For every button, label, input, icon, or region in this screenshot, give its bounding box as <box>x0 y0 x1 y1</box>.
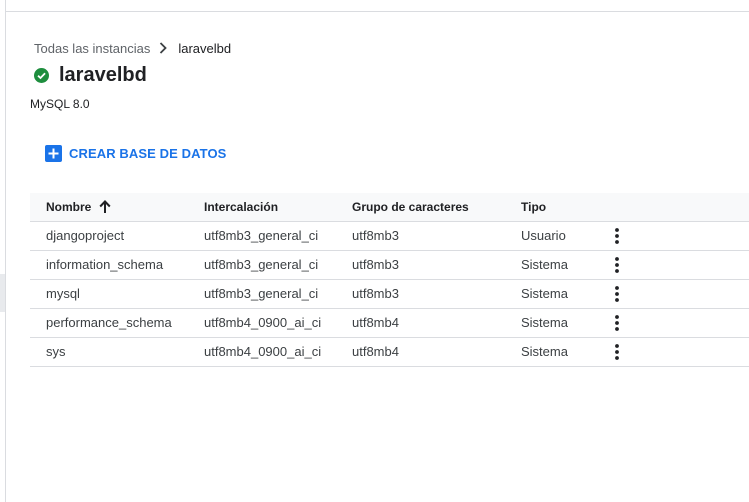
check-circle-icon <box>34 67 49 83</box>
cell-collation: utf8mb4_0900_ai_ci <box>204 315 322 330</box>
more-vert-icon[interactable] <box>607 280 627 308</box>
create-database-button[interactable]: CREAR BASE DE DATOS <box>45 144 226 162</box>
table-row[interactable]: performance_schema utf8mb4_0900_ai_ci utf8… <box>30 309 749 338</box>
column-header-name-label: Nombre <box>46 200 92 214</box>
cell-database-name: performance_schema <box>46 315 172 330</box>
more-vert-icon[interactable] <box>607 251 627 279</box>
cell-type: Sistema <box>521 315 568 330</box>
cell-type: Sistema <box>521 344 568 359</box>
instance-header: laravelbd <box>34 62 147 88</box>
table-row[interactable]: djangoproject utf8mb3_general_ci utf8mb3 Us… <box>30 222 749 251</box>
cell-type: Sistema <box>521 257 568 272</box>
create-database-label: CREAR BASE DE DATOS <box>69 145 227 161</box>
page-title: laravelbd <box>59 63 147 86</box>
cell-collation: utf8mb3_general_ci <box>204 286 319 301</box>
cell-charset: utf8mb3 <box>352 257 399 272</box>
cell-charset: utf8mb4 <box>352 344 399 359</box>
breadcrumb-current: laravelbd <box>178 40 232 56</box>
more-vert-icon[interactable] <box>607 309 627 337</box>
column-header-charset[interactable]: Grupo de caracteres <box>352 193 469 221</box>
more-vert-icon[interactable] <box>607 222 627 250</box>
column-header-name[interactable]: Nombre <box>46 193 111 221</box>
breadcrumb-all-instances-link[interactable]: Todas las instancias <box>34 41 150 56</box>
cell-type: Sistema <box>521 286 568 301</box>
cell-charset: utf8mb4 <box>352 315 399 330</box>
cell-collation: utf8mb4_0900_ai_ci <box>204 344 322 359</box>
column-header-type[interactable]: Tipo <box>521 193 546 221</box>
rail-active-marker <box>0 274 5 312</box>
cell-database-name: sys <box>46 344 66 359</box>
cell-database-name: information_schema <box>46 257 164 272</box>
chevron-right-icon <box>159 42 168 54</box>
table-header-row: Nombre Intercalación Grupo de caracteres… <box>30 193 749 222</box>
header-divider <box>6 11 749 12</box>
more-vert-icon[interactable] <box>607 338 627 366</box>
table-row[interactable]: mysql utf8mb3_general_ci utf8mb3 Sistema <box>30 280 749 309</box>
cell-charset: utf8mb3 <box>352 286 399 301</box>
cell-collation: utf8mb3_general_ci <box>204 228 319 243</box>
cell-database-name: mysql <box>46 286 80 301</box>
table-body: djangoproject utf8mb3_general_ci utf8mb3 Us… <box>30 222 749 367</box>
cell-database-name: djangoproject <box>46 228 125 243</box>
databases-table: Nombre Intercalación Grupo de caracteres… <box>30 193 749 367</box>
table-row[interactable]: information_schema utf8mb3_general_ci utf8… <box>30 251 749 280</box>
breadcrumb: Todas las instancias laravelbd <box>34 40 231 56</box>
column-header-collation[interactable]: Intercalación <box>204 193 278 221</box>
arrow-up-icon[interactable] <box>99 200 111 214</box>
left-navigation-rail <box>0 0 6 502</box>
add-box-icon <box>45 144 62 162</box>
cell-charset: utf8mb3 <box>352 228 399 243</box>
cell-collation: utf8mb3_general_ci <box>204 257 319 272</box>
instance-version: MySQL 8.0 <box>30 97 90 111</box>
table-row[interactable]: sys utf8mb4_0900_ai_ci utf8mb4 Sistema <box>30 338 749 367</box>
cell-type: Usuario <box>521 228 566 243</box>
